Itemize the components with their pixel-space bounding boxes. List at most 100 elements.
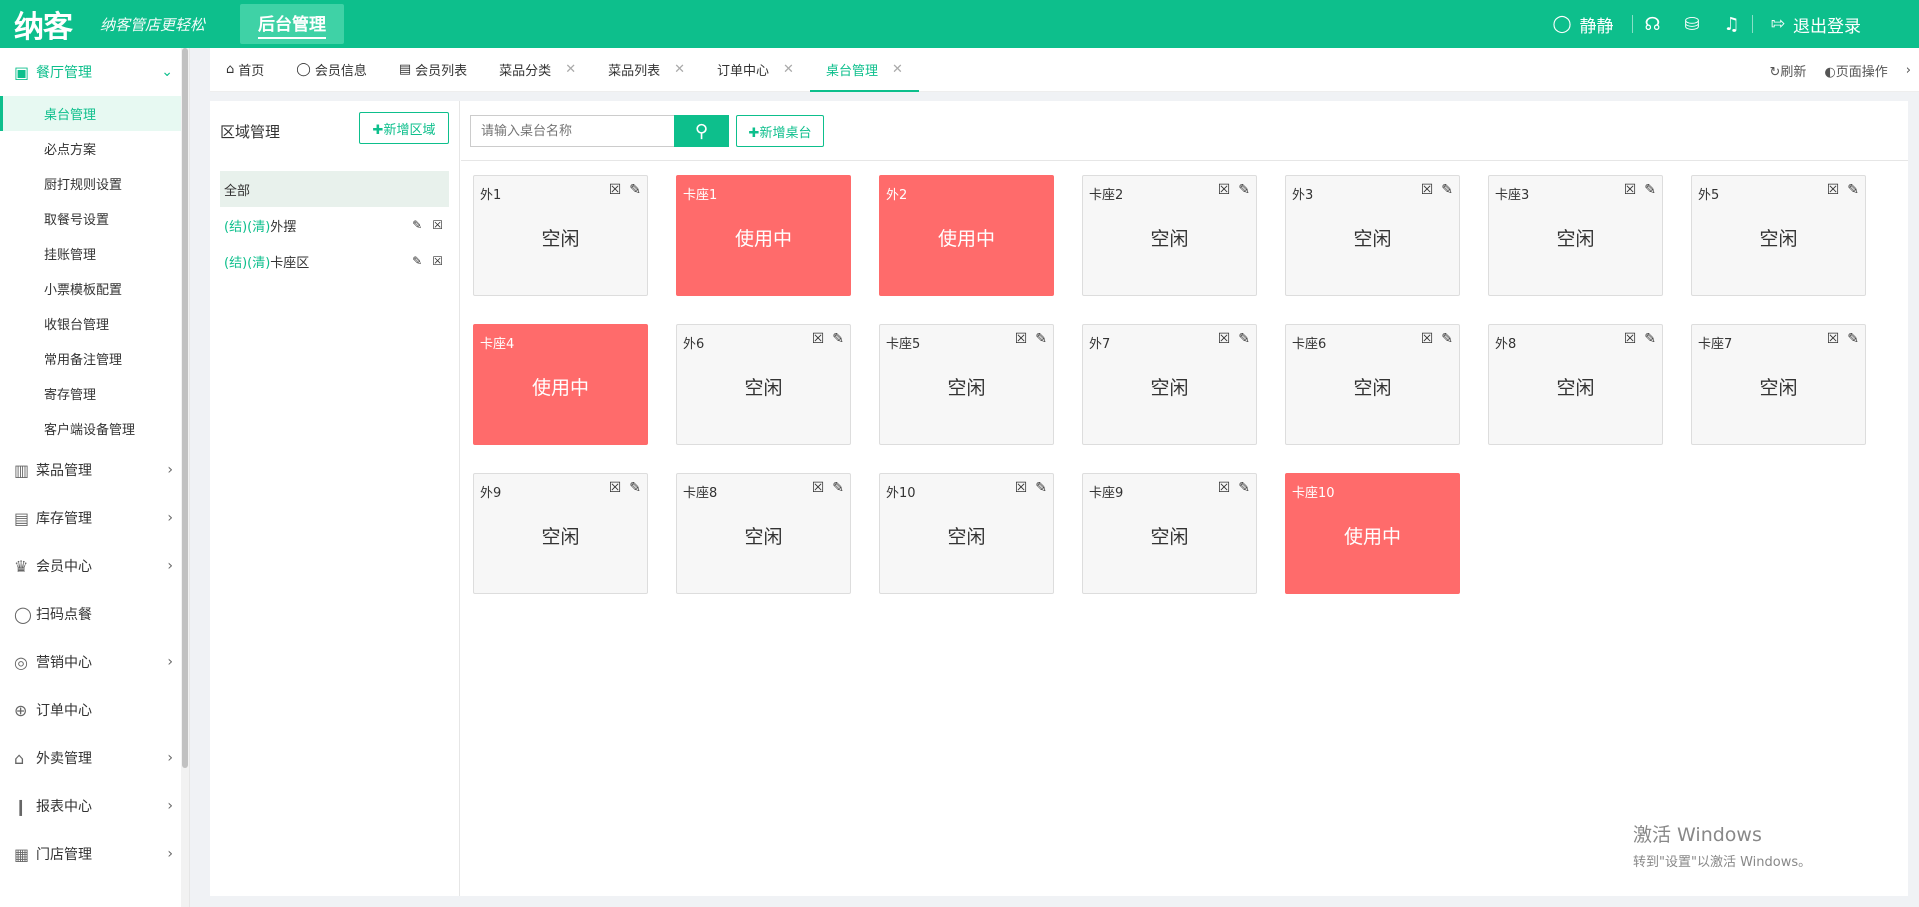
- trash-icon[interactable]: ☒: [812, 480, 825, 496]
- trash-icon[interactable]: ☒: [812, 331, 825, 347]
- sidebar-subitem[interactable]: 小票模板配置: [0, 271, 189, 306]
- tab[interactable]: 桌台管理 ✕: [809, 48, 919, 92]
- area-item-all[interactable]: 全部: [220, 171, 449, 207]
- edit-icon[interactable]: ✎: [1847, 182, 1859, 198]
- trash-icon[interactable]: ☒: [1421, 182, 1434, 198]
- table-card[interactable]: 卡座10 使用中: [1285, 473, 1460, 594]
- table-card[interactable]: 外2 使用中: [879, 175, 1054, 296]
- table-card[interactable]: 卡座5 空闲 ☒ ✎: [879, 324, 1054, 445]
- area-item[interactable]: (结)(清) 外摆 ✎ ☒: [220, 207, 449, 243]
- trash-icon[interactable]: ☒: [609, 480, 622, 496]
- edit-icon[interactable]: ✎: [1238, 331, 1250, 347]
- edit-icon[interactable]: ✎: [1238, 182, 1250, 198]
- trash-icon[interactable]: ☒: [1218, 331, 1231, 347]
- table-card[interactable]: 外7 空闲 ☒ ✎: [1082, 324, 1257, 445]
- edit-icon[interactable]: ✎: [1441, 182, 1453, 198]
- trash-icon[interactable]: ☒: [1218, 480, 1231, 496]
- table-card[interactable]: 卡座7 空闲 ☒ ✎: [1691, 324, 1866, 445]
- trash-icon[interactable]: ☒: [1827, 331, 1840, 347]
- table-card[interactable]: 外8 空闲 ☒ ✎: [1488, 324, 1663, 445]
- sidebar-subitem[interactable]: 收银台管理: [0, 306, 189, 341]
- search-button[interactable]: ⚲: [674, 115, 729, 147]
- table-card[interactable]: 外5 空闲 ☒ ✎: [1691, 175, 1866, 296]
- edit-icon[interactable]: ✎: [1035, 331, 1047, 347]
- sidebar-group[interactable]: ⊕ 订单中心: [0, 686, 189, 734]
- sidebar-subitem[interactable]: 取餐号设置: [0, 201, 189, 236]
- trash-icon[interactable]: ☒: [1015, 331, 1028, 347]
- edit-icon[interactable]: ✎: [1441, 331, 1453, 347]
- table-card[interactable]: 外10 空闲 ☒ ✎: [879, 473, 1054, 594]
- table-card[interactable]: 卡座8 空闲 ☒ ✎: [676, 473, 851, 594]
- edit-icon[interactable]: ✎: [629, 182, 641, 198]
- tab[interactable]: 菜品分类 ✕: [483, 48, 592, 92]
- trash-icon[interactable]: ☒: [1827, 182, 1840, 198]
- sidebar-subitem[interactable]: 寄存管理: [0, 376, 189, 411]
- edit-icon[interactable]: ✎: [1238, 480, 1250, 496]
- sidebar-scrollbar[interactable]: [181, 48, 189, 907]
- lock-icon[interactable]: ⛁: [1673, 14, 1712, 35]
- table-search-input[interactable]: [470, 115, 674, 147]
- scrollbar-thumb[interactable]: [182, 48, 188, 768]
- trash-icon[interactable]: ☒: [1421, 331, 1434, 347]
- table-card[interactable]: 外6 空闲 ☒ ✎: [676, 324, 851, 445]
- table-card[interactable]: 卡座4 使用中: [473, 324, 648, 445]
- table-card[interactable]: 卡座1 使用中: [676, 175, 851, 296]
- sidebar-group[interactable]: ⌂ 外卖管理 ›: [0, 734, 189, 782]
- table-card[interactable]: 外3 空闲 ☒ ✎: [1285, 175, 1460, 296]
- edit-icon[interactable]: ✎: [1847, 331, 1859, 347]
- user-menu[interactable]: ◯ 静静: [1534, 12, 1631, 37]
- tab[interactable]: 菜品列表 ✕: [592, 48, 701, 92]
- trash-icon[interactable]: ☒: [1624, 331, 1637, 347]
- table-card[interactable]: 卡座9 空闲 ☒ ✎: [1082, 473, 1257, 594]
- edit-icon[interactable]: ✎: [629, 480, 641, 496]
- table-card[interactable]: 外1 空闲 ☒ ✎: [473, 175, 648, 296]
- sidebar-subitem[interactable]: 挂账管理: [0, 236, 189, 271]
- sidebar-subitem[interactable]: 必点方案: [0, 131, 189, 166]
- table-card[interactable]: 外9 空闲 ☒ ✎: [473, 473, 648, 594]
- trash-icon[interactable]: ☒: [432, 218, 443, 232]
- edit-icon[interactable]: ✎: [1644, 331, 1656, 347]
- sidebar-subitem[interactable]: 桌台管理: [0, 96, 189, 131]
- edit-icon[interactable]: ✎: [1035, 480, 1047, 496]
- tab[interactable]: ▤ 会员列表: [383, 48, 483, 92]
- edit-icon[interactable]: ✎: [412, 254, 422, 268]
- page-ops-button[interactable]: ◐页面操作: [1824, 61, 1887, 80]
- sidebar-group[interactable]: ♛ 会员中心 ›: [0, 542, 189, 590]
- table-card[interactable]: 卡座6 空闲 ☒ ✎: [1285, 324, 1460, 445]
- close-icon[interactable]: ✕: [674, 62, 685, 77]
- add-area-button[interactable]: ✚新增区域: [359, 112, 449, 144]
- tab[interactable]: 订单中心 ✕: [701, 48, 810, 92]
- sidebar-group[interactable]: ▤ 库存管理 ›: [0, 494, 189, 542]
- close-icon[interactable]: ✕: [565, 62, 576, 77]
- sidebar-group[interactable]: ▦ 门店管理 ›: [0, 830, 189, 878]
- table-card[interactable]: 卡座2 空闲 ☒ ✎: [1082, 175, 1257, 296]
- sidebar-subitem[interactable]: 常用备注管理: [0, 341, 189, 376]
- sidebar-group[interactable]: ▥ 菜品管理 ›: [0, 446, 189, 494]
- trash-icon[interactable]: ☒: [1015, 480, 1028, 496]
- nav-backend-admin[interactable]: 后台管理: [240, 4, 344, 44]
- logout-button[interactable]: ⇰ 退出登录: [1753, 12, 1879, 37]
- add-table-button[interactable]: ✚新增桌台: [736, 115, 824, 147]
- trash-icon[interactable]: ☒: [432, 254, 443, 268]
- sidebar-group[interactable]: ❙ 报表中心 ›: [0, 782, 189, 830]
- sidebar-subitem[interactable]: 客户端设备管理: [0, 411, 189, 446]
- sidebar-group[interactable]: ◎ 营销中心 ›: [0, 638, 189, 686]
- headset-icon[interactable]: ☊: [1633, 14, 1673, 35]
- edit-icon[interactable]: ✎: [832, 480, 844, 496]
- edit-icon[interactable]: ✎: [832, 331, 844, 347]
- table-card[interactable]: 卡座3 空闲 ☒ ✎: [1488, 175, 1663, 296]
- bell-icon[interactable]: ♫: [1712, 14, 1752, 35]
- tab[interactable]: ⌂ 首页: [210, 48, 280, 92]
- trash-icon[interactable]: ☒: [1218, 182, 1231, 198]
- trash-icon[interactable]: ☒: [1624, 182, 1637, 198]
- edit-icon[interactable]: ✎: [412, 218, 422, 232]
- chevron-right-icon[interactable]: ›: [1906, 63, 1911, 78]
- area-item[interactable]: (结)(清) 卡座区 ✎ ☒: [220, 243, 449, 279]
- trash-icon[interactable]: ☒: [609, 182, 622, 198]
- sidebar-group[interactable]: ◯ 扫码点餐: [0, 590, 189, 638]
- close-icon[interactable]: ✕: [892, 62, 903, 77]
- edit-icon[interactable]: ✎: [1644, 182, 1656, 198]
- sidebar-group[interactable]: ▣ 餐厅管理 ⌄: [0, 48, 189, 96]
- close-icon[interactable]: ✕: [783, 62, 794, 77]
- tab[interactable]: ◯ 会员信息: [280, 48, 383, 92]
